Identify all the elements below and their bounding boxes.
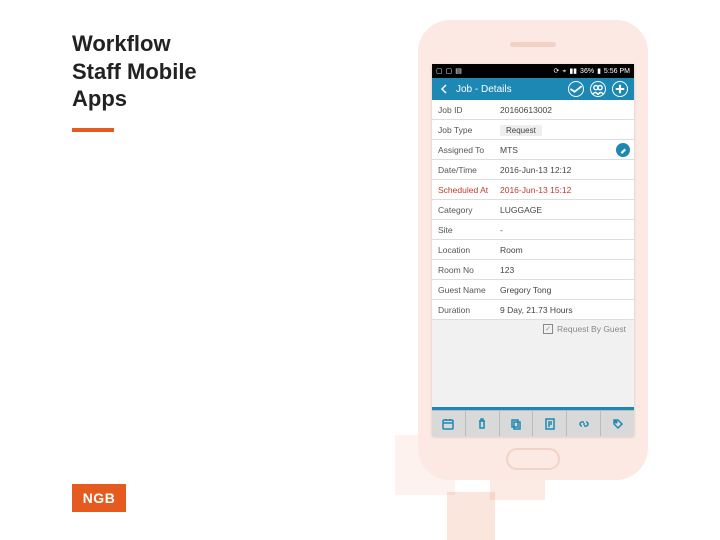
value-scheduled: 2016-Jun-13 15:12 [500, 185, 628, 195]
toolbar-calendar-button[interactable] [432, 411, 466, 436]
value-datetime: 2016-Jun-13 12:12 [500, 165, 628, 175]
value-job-id: 20160613002 [500, 105, 628, 115]
label-room-no: Room No [438, 265, 500, 275]
row-job-id: Job ID 20160613002 [432, 100, 634, 120]
label-location: Location [438, 245, 500, 255]
label-assigned-to: Assigned To [438, 145, 500, 155]
row-guest-name: Guest Name Gregory Tong [432, 280, 634, 300]
row-location: Location Room [432, 240, 634, 260]
toolbar-note-button[interactable] [533, 411, 567, 436]
app-bar-title: Job - Details [456, 84, 562, 95]
handshake-icon[interactable] [568, 81, 584, 97]
sync-icon: ⟳ [554, 68, 560, 75]
app-icon: ▤ [455, 68, 462, 75]
label-site: Site [438, 225, 500, 235]
status-left: ▢ ▢ ▤ [436, 68, 462, 75]
label-guest-name: Guest Name [438, 285, 500, 295]
logo-text: NGB [83, 490, 116, 506]
phone-screen: ▢ ▢ ▤ ⟳ ⌖ ▮▮ 36% ▮ 5:56 PM Job - Details [432, 64, 634, 436]
decor-square [447, 492, 495, 540]
title-line3: Apps [72, 86, 127, 111]
label-job-id: Job ID [438, 105, 500, 115]
title-line1: Workflow [72, 31, 171, 56]
value-location: Room [500, 245, 628, 255]
details-content: Job ID 20160613002 Job Type Request Assi… [432, 100, 634, 407]
back-button[interactable] [438, 83, 450, 95]
label-category: Category [438, 205, 500, 215]
page-title: Workflow Staff Mobile Apps [72, 30, 197, 113]
add-button[interactable] [612, 81, 628, 97]
row-job-type: Job Type Request [432, 120, 634, 140]
row-duration: Duration 9 Day, 21.73 Hours [432, 300, 634, 320]
label-scheduled: Scheduled At [438, 185, 500, 195]
row-site: Site - [432, 220, 634, 240]
content-filler [432, 338, 634, 407]
title-line2: Staff Mobile [72, 59, 197, 84]
phone-speaker [510, 42, 556, 47]
battery-pct: 36% [580, 68, 594, 75]
label-datetime: Date/Time [438, 165, 500, 175]
phone-home-button[interactable] [506, 448, 560, 470]
value-guest-name: Gregory Tong [500, 285, 628, 295]
value-job-type: Request [500, 125, 628, 135]
logo: NGB [72, 484, 126, 512]
toolbar-copy-button[interactable] [500, 411, 534, 436]
row-category: Category LUGGAGE [432, 200, 634, 220]
toolbar-link-button[interactable] [567, 411, 601, 436]
status-right: ⟳ ⌖ ▮▮ 36% ▮ 5:56 PM [554, 68, 631, 75]
battery-icon: ▮ [597, 68, 601, 75]
users-icon[interactable] [590, 81, 606, 97]
value-room-no: 123 [500, 265, 628, 275]
phone-frame: ▢ ▢ ▤ ⟳ ⌖ ▮▮ 36% ▮ 5:56 PM Job - Details [418, 20, 648, 480]
value-duration: 9 Day, 21.73 Hours [500, 305, 628, 315]
toolbar-delete-button[interactable] [466, 411, 500, 436]
row-request-by-guest[interactable]: ✓ Request By Guest [432, 320, 634, 338]
chip-job-type: Request [500, 125, 542, 136]
bottom-toolbar [432, 410, 634, 436]
checkbox-icon[interactable]: ✓ [543, 324, 553, 334]
assign-edit-button[interactable] [616, 143, 630, 157]
label-request-by-guest: Request By Guest [557, 324, 626, 334]
row-scheduled: Scheduled At 2016-Jun-13 15:12 [432, 180, 634, 200]
value-site: - [500, 225, 628, 235]
row-room-no: Room No 123 [432, 260, 634, 280]
signal-icon: ▮▮ [569, 68, 577, 75]
location-icon: ⌖ [562, 68, 566, 75]
app-icon: ▢ [446, 68, 453, 75]
status-bar: ▢ ▢ ▤ ⟳ ⌖ ▮▮ 36% ▮ 5:56 PM [432, 64, 634, 78]
value-category: LUGGAGE [500, 205, 628, 215]
value-assigned-to: MTS [500, 145, 628, 155]
title-underline [72, 128, 114, 132]
app-icon: ▢ [436, 68, 443, 75]
toolbar-tag-button[interactable] [601, 411, 634, 436]
label-job-type: Job Type [438, 125, 500, 135]
row-datetime: Date/Time 2016-Jun-13 12:12 [432, 160, 634, 180]
row-assigned-to[interactable]: Assigned To MTS [432, 140, 634, 160]
app-bar: Job - Details [432, 78, 634, 100]
status-time: 5:56 PM [604, 68, 630, 75]
label-duration: Duration [438, 305, 500, 315]
